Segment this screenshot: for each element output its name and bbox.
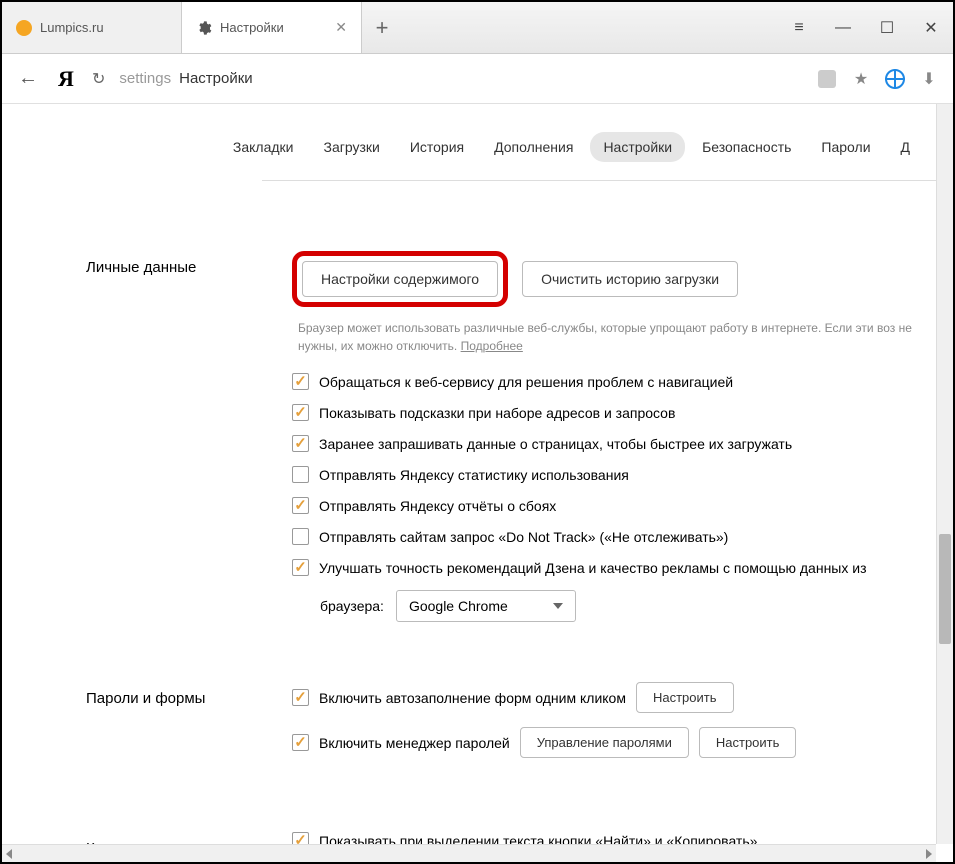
star-icon[interactable]: ★ xyxy=(851,69,871,89)
section-personal-data: Личные данные Настройки содержимого Очис… xyxy=(2,251,953,622)
checkbox-autofill[interactable] xyxy=(292,689,309,706)
browser-label: браузера: xyxy=(320,598,384,614)
settings-body: Личные данные Настройки содержимого Очис… xyxy=(2,251,953,862)
nav-passwords[interactable]: Пароли xyxy=(808,132,883,162)
tab-title: Настройки xyxy=(220,20,327,35)
horizontal-scrollbar[interactable] xyxy=(2,844,936,862)
manage-passwords-button[interactable]: Управление паролями xyxy=(520,727,689,758)
divider xyxy=(262,180,953,181)
gear-icon xyxy=(196,20,212,36)
tab-lumpics[interactable]: Lumpics.ru xyxy=(2,2,182,53)
configure-passwords-button[interactable]: Настроить xyxy=(699,727,797,758)
check-label: Включить автозаполнение форм одним клико… xyxy=(319,690,626,706)
menu-icon[interactable]: ≡ xyxy=(777,2,821,54)
url-input[interactable]: settings Настройки xyxy=(119,70,803,87)
new-tab-button[interactable]: + xyxy=(362,2,402,53)
nav-downloads[interactable]: Загрузки xyxy=(310,132,392,162)
checkbox-zen-ads[interactable] xyxy=(292,559,309,576)
content-area: Закладки Загрузки История Дополнения Нас… xyxy=(2,104,953,862)
url-path: Настройки xyxy=(179,70,253,87)
nav-more[interactable]: Д xyxy=(888,132,923,162)
window-controls: ≡ — ☐ ✕ xyxy=(777,2,953,53)
help-text-body: Браузер может использовать различные веб… xyxy=(298,321,912,353)
scroll-left-icon[interactable] xyxy=(6,849,12,859)
tab-settings[interactable]: Настройки ✕ xyxy=(182,2,362,53)
check-label: Показывать подсказки при наборе адресов … xyxy=(319,405,675,421)
title-bar: Lumpics.ru Настройки ✕ + ≡ — ☐ ✕ xyxy=(2,2,953,54)
check-label: Заранее запрашивать данные о страницах, … xyxy=(319,436,792,452)
orange-circle-icon xyxy=(16,20,32,36)
checkbox-nav-service[interactable] xyxy=(292,373,309,390)
url-scheme: settings xyxy=(119,70,171,87)
reload-icon[interactable]: ↻ xyxy=(92,69,105,89)
minimize-button[interactable]: — xyxy=(821,2,865,54)
highlight-frame: Настройки содержимого xyxy=(292,251,508,307)
nav-addons[interactable]: Дополнения xyxy=(481,132,586,162)
checkbox-prefetch[interactable] xyxy=(292,435,309,452)
checkbox-suggestions[interactable] xyxy=(292,404,309,421)
globe-icon[interactable] xyxy=(885,69,905,89)
section-title: Пароли и формы xyxy=(32,682,292,707)
checkbox-password-manager[interactable] xyxy=(292,734,309,751)
section-title: Личные данные xyxy=(32,251,292,276)
maximize-button[interactable]: ☐ xyxy=(865,2,909,54)
nav-settings[interactable]: Настройки xyxy=(590,132,685,162)
yandex-logo-icon[interactable]: Я xyxy=(54,66,78,92)
check-label: Отправлять сайтам запрос «Do Not Track» … xyxy=(319,529,728,545)
nav-bookmarks[interactable]: Закладки xyxy=(220,132,307,162)
shield-icon[interactable] xyxy=(817,69,837,89)
close-icon[interactable]: ✕ xyxy=(335,19,347,36)
help-text: Браузер может использовать различные веб… xyxy=(298,319,918,355)
section-passwords-forms: Пароли и формы Включить автозаполнение ф… xyxy=(2,682,953,772)
check-label: Включить менеджер паролей xyxy=(319,735,510,751)
select-value: Google Chrome xyxy=(409,598,508,614)
browser-row: браузера: Google Chrome xyxy=(320,590,923,622)
download-icon[interactable]: ⬇ xyxy=(919,69,939,89)
nav-security[interactable]: Безопасность xyxy=(689,132,804,162)
browser-select[interactable]: Google Chrome xyxy=(396,590,576,622)
check-label: Отправлять Яндексу отчёты о сбоях xyxy=(319,498,556,514)
checkbox-dnt[interactable] xyxy=(292,528,309,545)
address-bar: ← Я ↻ settings Настройки ★ ⬇ xyxy=(2,54,953,104)
vertical-scrollbar[interactable] xyxy=(936,104,953,844)
check-label: Отправлять Яндексу статистику использова… xyxy=(319,467,629,483)
top-nav: Закладки Загрузки История Дополнения Нас… xyxy=(2,104,953,180)
scrollbar-thumb[interactable] xyxy=(939,534,951,644)
checkbox-crash-reports[interactable] xyxy=(292,497,309,514)
check-label: Обращаться к веб-сервису для решения про… xyxy=(319,374,733,390)
back-button[interactable]: ← xyxy=(16,67,40,90)
configure-autofill-button[interactable]: Настроить xyxy=(636,682,734,713)
scroll-right-icon[interactable] xyxy=(926,849,932,859)
content-settings-button[interactable]: Настройки содержимого xyxy=(302,261,498,297)
clear-history-button[interactable]: Очистить историю загрузки xyxy=(522,261,738,297)
nav-history[interactable]: История xyxy=(397,132,477,162)
more-link[interactable]: Подробнее xyxy=(461,339,523,353)
tab-title: Lumpics.ru xyxy=(40,20,167,35)
close-button[interactable]: ✕ xyxy=(909,2,953,54)
checkbox-usage-stats[interactable] xyxy=(292,466,309,483)
check-label: Улучшать точность рекомендаций Дзена и к… xyxy=(319,560,867,576)
